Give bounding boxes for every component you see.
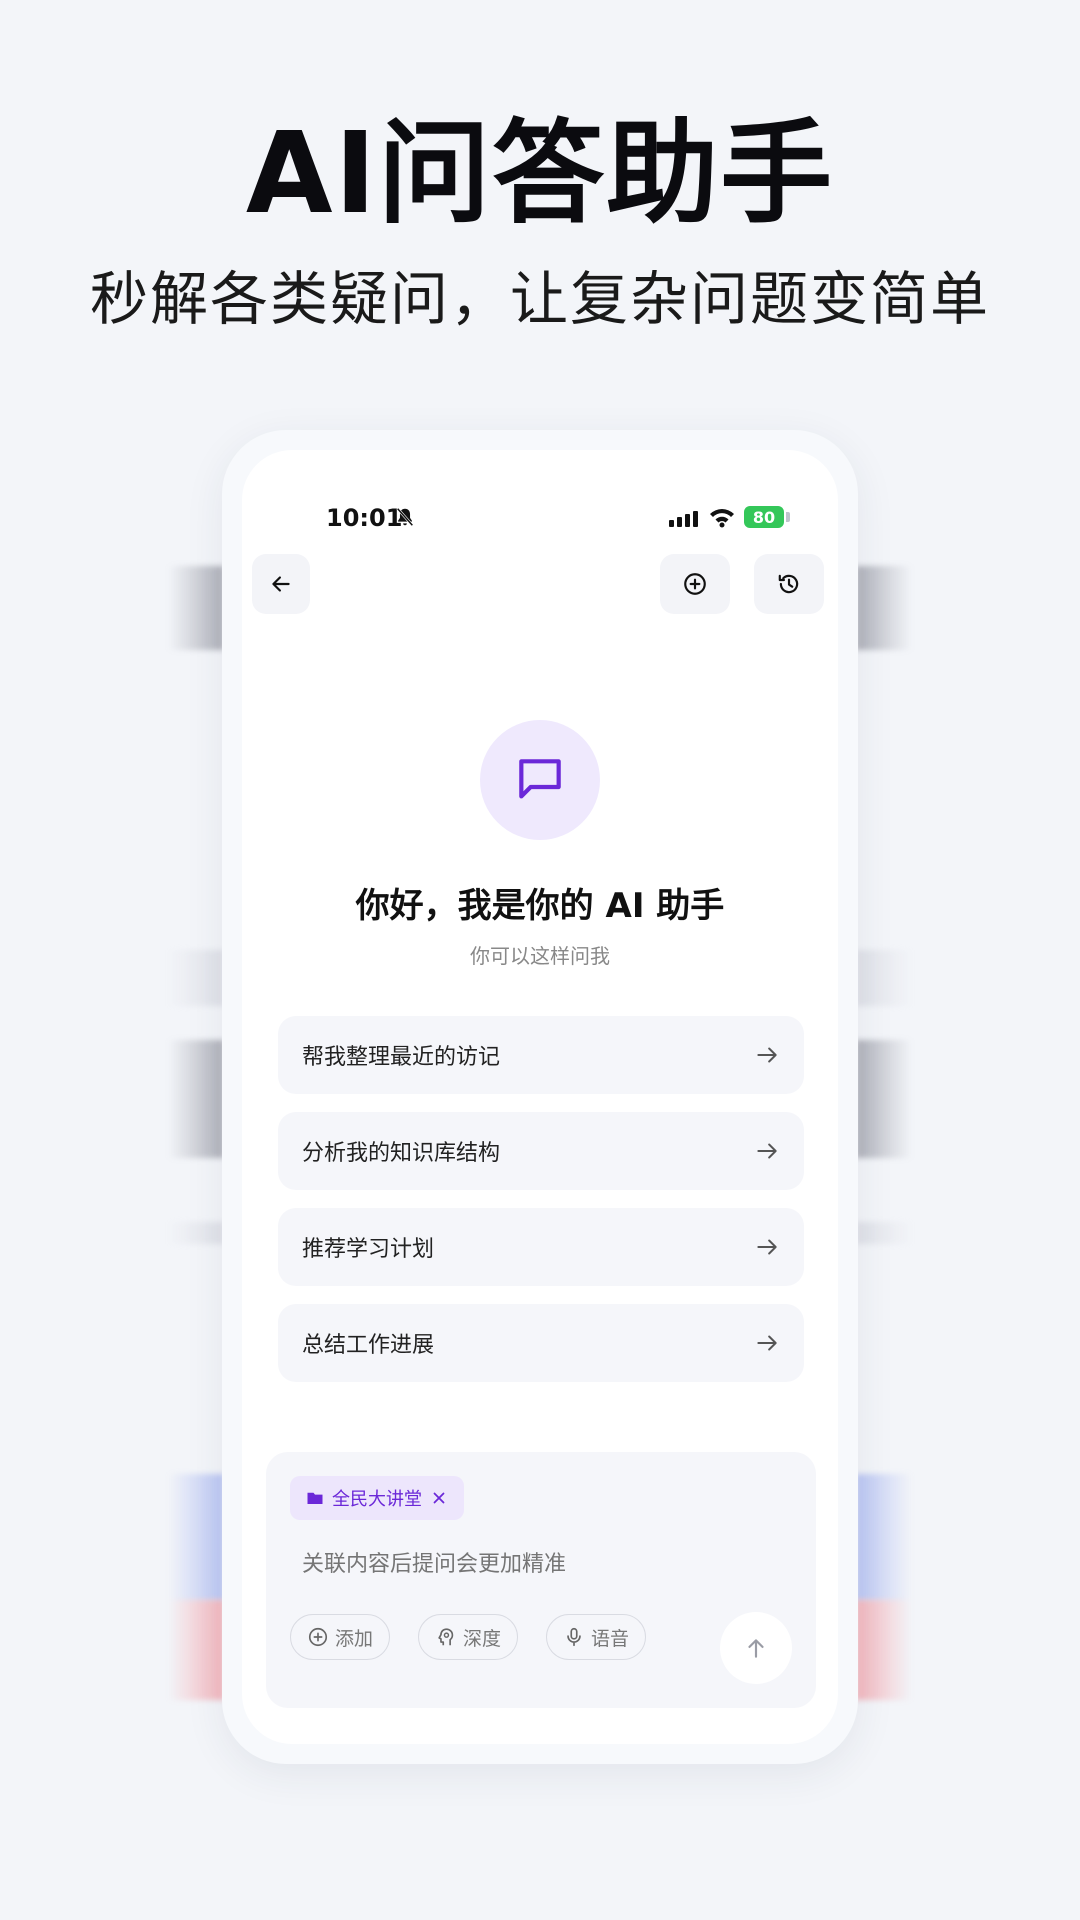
phone-screen: 10:01 80 你好，我是你的 AI 助手 你可以这样问我 帮我整理最近的访记… xyxy=(242,450,838,1744)
suggestion-label: 分析我的知识库结构 xyxy=(302,1141,501,1166)
chat-input[interactable] xyxy=(302,1552,782,1577)
suggestion-item[interactable]: 推荐学习计划 xyxy=(278,1208,804,1286)
battery-level: 80 xyxy=(752,507,776,527)
side-strip xyxy=(856,1474,912,1600)
close-icon[interactable] xyxy=(430,1489,448,1507)
side-strip xyxy=(856,1040,912,1158)
chat-composer: 全民大讲堂 添加 深度 xyxy=(266,1452,816,1708)
side-strip xyxy=(856,1222,912,1244)
history-icon xyxy=(778,574,799,594)
wifi-icon xyxy=(710,509,734,528)
side-strip xyxy=(168,950,224,1006)
new-chat-button[interactable] xyxy=(660,554,730,614)
greeting-title: 你好，我是你的 AI 助手 xyxy=(355,886,725,926)
suggestion-label: 总结工作进展 xyxy=(302,1333,435,1358)
side-strip xyxy=(168,1600,224,1700)
hero-title: AI问答助手 xyxy=(245,109,835,239)
side-strip xyxy=(856,566,912,650)
battery-tip xyxy=(786,512,790,522)
folder-icon xyxy=(307,1492,323,1504)
voice-label: 语音 xyxy=(591,1627,630,1650)
bell-slash-icon xyxy=(396,507,414,527)
context-tag-label: 全民大讲堂 xyxy=(332,1489,422,1510)
suggestion-item[interactable]: 帮我整理最近的访记 xyxy=(278,1016,804,1094)
hero-subtitle: 秒解各类疑问，让复杂问题变简单 xyxy=(89,265,990,333)
deep-think-label: 深度 xyxy=(463,1627,502,1650)
suggestion-label: 推荐学习计划 xyxy=(302,1237,435,1262)
arrow-up-icon xyxy=(748,1639,764,1658)
phone-frame: 10:01 80 你好，我是你的 AI 助手 你可以这样问我 帮我整理最近的访记… xyxy=(222,430,858,1764)
back-button[interactable] xyxy=(252,554,310,614)
suggestion-item[interactable]: 分析我的知识库结构 xyxy=(278,1112,804,1190)
side-strip xyxy=(856,1600,912,1700)
suggestion-item[interactable]: 总结工作进展 xyxy=(278,1304,804,1382)
arrow-right-icon xyxy=(757,1047,777,1063)
signal-icon xyxy=(669,511,698,527)
assistant-avatar xyxy=(480,720,600,840)
arrow-left-icon xyxy=(272,576,290,592)
brain-head-icon xyxy=(438,1628,454,1646)
greeting-hint: 你可以这样问我 xyxy=(470,944,610,968)
plus-circle-icon xyxy=(308,1627,328,1647)
context-tag-chip[interactable]: 全民大讲堂 xyxy=(290,1476,464,1520)
arrow-right-icon xyxy=(757,1335,777,1351)
side-strip xyxy=(168,566,224,650)
add-button[interactable]: 添加 xyxy=(290,1614,391,1660)
chat-bubble-icon xyxy=(519,759,561,799)
add-button-label: 添加 xyxy=(335,1627,374,1650)
side-strip xyxy=(168,1222,224,1244)
suggestion-label: 帮我整理最近的访记 xyxy=(302,1045,501,1070)
plus-circle-icon xyxy=(684,573,706,595)
send-button[interactable] xyxy=(720,1612,792,1684)
microphone-icon xyxy=(567,1627,581,1647)
battery-icon: 80 xyxy=(744,506,784,528)
arrow-right-icon xyxy=(757,1239,777,1255)
side-strip xyxy=(168,1474,224,1600)
voice-button[interactable]: 语音 xyxy=(546,1614,647,1660)
deep-think-button[interactable]: 深度 xyxy=(418,1614,519,1660)
side-strip xyxy=(168,1040,224,1158)
arrow-right-icon xyxy=(757,1143,777,1159)
side-strip xyxy=(856,950,912,1006)
status-time: 10:01 xyxy=(326,504,403,532)
history-button[interactable] xyxy=(754,554,824,614)
